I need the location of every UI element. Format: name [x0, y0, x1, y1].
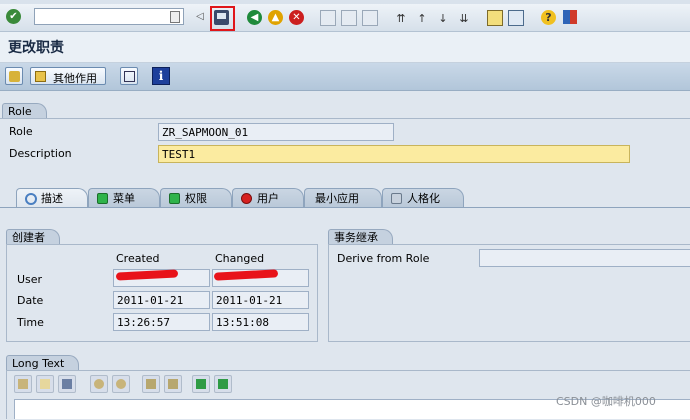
date-label: Date [17, 294, 44, 307]
hierarchy-icon [124, 71, 135, 82]
role-field[interactable]: ZR_SAPMOON_01 [158, 123, 394, 141]
tab-personalization-label: 人格化 [407, 192, 440, 205]
changed-time-field[interactable]: 13:51:08 [212, 313, 309, 331]
tab-personalization[interactable]: 人格化 [382, 188, 464, 208]
export-icon [218, 379, 228, 389]
cut-button[interactable] [14, 375, 32, 393]
layout-icon[interactable] [563, 10, 577, 24]
find-next-text-button[interactable] [164, 375, 182, 393]
status-green-icon [169, 193, 180, 204]
find-text-button[interactable] [142, 375, 160, 393]
paste-icon [62, 379, 72, 389]
next-page-icon[interactable]: ↓ [435, 10, 451, 26]
other-action-icon [35, 71, 46, 82]
created-column-header: Created [116, 252, 160, 265]
other-action-label: 其他作用 [53, 72, 97, 85]
tab-minimal-app-label: 最小应用 [315, 192, 359, 205]
page-title: 更改职责 [8, 40, 64, 56]
change-display-button[interactable] [5, 67, 23, 85]
info-icon: i [158, 69, 164, 83]
changed-column-header: Changed [215, 252, 265, 265]
tab-menu-label: 菜单 [113, 192, 135, 205]
derive-from-role-label: Derive from Role [337, 252, 430, 265]
find-icon[interactable] [341, 10, 357, 26]
tab-minimal-app[interactable]: 最小应用 [304, 188, 382, 208]
redo-button[interactable] [112, 375, 130, 393]
tab-user[interactable]: 用户 [232, 188, 304, 208]
back-icon[interactable]: ◀ [247, 10, 262, 25]
command-toggle-icon[interactable]: ◁ [196, 10, 204, 23]
time-label: Time [17, 316, 44, 329]
command-field[interactable] [34, 8, 184, 25]
binoculars-icon [146, 379, 156, 389]
creator-group-title: 创建者 [6, 229, 60, 244]
inheritance-group-title: 事务继承 [328, 229, 393, 244]
first-page-icon[interactable]: ⇈ [393, 10, 409, 26]
created-time-field[interactable]: 13:26:57 [113, 313, 210, 331]
last-page-icon[interactable]: ⇊ [456, 10, 472, 26]
scissors-icon [18, 379, 28, 389]
created-date-field[interactable]: 2011-01-21 [113, 291, 210, 309]
copy-button[interactable] [36, 375, 54, 393]
save-icon[interactable] [214, 10, 229, 25]
enter-icon[interactable]: ✔ [6, 9, 21, 24]
pencil-glasses-icon [9, 71, 20, 82]
watermark: CSDN @咖啡机000 [556, 395, 656, 408]
application-toolbar: 其他作用 i [0, 63, 690, 91]
description-label: Description [9, 147, 72, 160]
derive-from-role-field[interactable] [479, 249, 690, 267]
command-history-icon[interactable] [170, 11, 180, 23]
shortcut-icon[interactable] [508, 10, 524, 26]
role-section-title: Role [2, 103, 47, 118]
export-button[interactable] [214, 375, 232, 393]
prev-page-icon[interactable]: ↑ [414, 10, 430, 26]
role-label: Role [9, 125, 33, 138]
create-session-icon[interactable] [487, 10, 503, 26]
long-text-group-title: Long Text [6, 355, 80, 370]
system-toolbar: ✔ ◁ ◀ ▲ ✕ ⇈ ↑ ↓ ⇊ ? [0, 4, 690, 32]
copy-icon [40, 379, 50, 389]
exit-icon[interactable]: ▲ [268, 10, 283, 25]
cancel-icon[interactable]: ✕ [289, 10, 304, 25]
undo-button[interactable] [90, 375, 108, 393]
changed-date-field[interactable]: 2011-01-21 [212, 291, 309, 309]
other-action-button[interactable]: 其他作用 [30, 67, 106, 85]
title-bar: 更改职责 [0, 32, 690, 63]
tab-user-label: 用户 [257, 192, 279, 205]
import-button[interactable] [192, 375, 210, 393]
hierarchy-button[interactable] [120, 67, 138, 85]
user-label: User [17, 273, 43, 286]
tab-description-label: 描述 [41, 192, 63, 205]
status-green-icon [97, 193, 108, 204]
import-icon [196, 379, 206, 389]
description-field[interactable]: TEST1 [158, 145, 630, 163]
personalize-icon [391, 193, 402, 204]
info-button[interactable]: i [152, 67, 170, 85]
redo-icon [116, 379, 126, 389]
print-icon[interactable] [320, 10, 336, 26]
tab-menu[interactable]: 菜单 [88, 188, 160, 208]
magnifier-icon [25, 193, 37, 205]
help-icon[interactable]: ? [541, 10, 556, 25]
paste-button[interactable] [58, 375, 76, 393]
tab-description[interactable]: 描述 [16, 188, 88, 208]
status-red-icon [241, 193, 252, 204]
tab-authorization[interactable]: 权限 [160, 188, 232, 208]
undo-icon [94, 379, 104, 389]
tab-authorization-label: 权限 [185, 192, 207, 205]
binoculars-next-icon [168, 379, 178, 389]
find-next-icon[interactable] [362, 10, 378, 26]
